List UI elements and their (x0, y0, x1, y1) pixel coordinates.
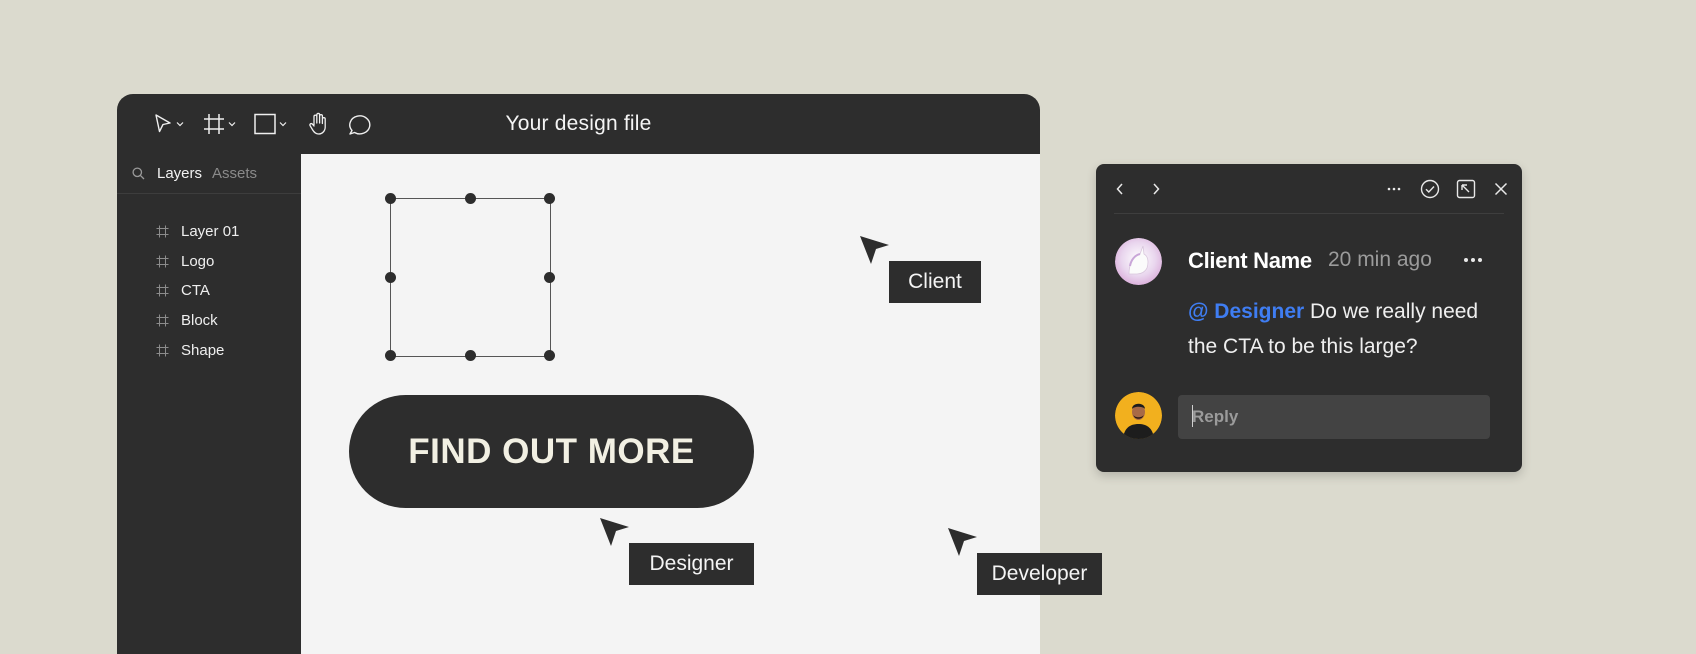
layer-label: Layer 01 (181, 223, 240, 241)
designer-cursor-icon (600, 518, 629, 546)
resize-handle[interactable] (464, 350, 476, 361)
developer-cursor-label: Developer (977, 553, 1102, 595)
layer-label: Block (181, 312, 218, 330)
resize-handle[interactable] (385, 350, 396, 361)
previous-comment-button[interactable] (1110, 179, 1130, 199)
frame-icon (156, 284, 169, 297)
close-icon (1494, 182, 1508, 196)
resolve-comment-button[interactable] (1420, 179, 1440, 199)
resize-handle[interactable] (385, 193, 396, 204)
chevron-left-icon (1116, 183, 1123, 195)
layer-label: CTA (181, 282, 210, 300)
ellipsis-icon (1387, 187, 1401, 191)
client-avatar (1115, 238, 1162, 285)
designer-cursor-label: Designer (629, 543, 754, 585)
mention-designer[interactable]: @ Designer (1188, 300, 1304, 323)
check-circle-icon (1420, 179, 1440, 199)
layer-item-block[interactable]: Block (117, 306, 301, 336)
layer-list: Layer 01 Logo CTA Block Shape (117, 217, 301, 365)
frame-icon (156, 314, 169, 327)
comment-author: Client Name (1188, 248, 1312, 273)
user-avatar (1115, 392, 1162, 439)
layer-item-layer-01[interactable]: Layer 01 (117, 217, 301, 247)
tab-assets[interactable]: Assets (212, 165, 257, 182)
next-comment-button[interactable] (1146, 179, 1166, 199)
comment-more-button[interactable] (1462, 248, 1484, 268)
toolbar: Your design file (117, 94, 1040, 154)
file-title: Your design file (505, 112, 652, 135)
layer-item-shape[interactable]: Shape (117, 335, 301, 365)
open-external-button[interactable] (1456, 179, 1476, 199)
layer-item-cta[interactable]: CTA (117, 276, 301, 306)
comment-panel-header (1114, 164, 1504, 214)
client-cursor-icon (860, 236, 889, 264)
layer-label: Shape (181, 341, 225, 359)
comment-time: 20 min ago (1328, 248, 1432, 271)
sidebar-tabs: Layers Assets (117, 154, 301, 194)
layer-label: Logo (181, 252, 215, 270)
more-options-button[interactable] (1384, 179, 1404, 199)
developer-cursor-icon (948, 528, 977, 556)
comment-panel: Client Name 20 min ago @ Designer Do we … (1096, 164, 1522, 472)
resize-handle[interactable] (464, 193, 476, 204)
design-app-window: Your design file Layers Assets Layer 01 … (117, 94, 1040, 654)
resize-handle[interactable] (544, 193, 555, 204)
resize-handle[interactable] (385, 271, 396, 283)
frame-icon (156, 344, 169, 357)
frame-icon (156, 255, 169, 268)
search-icon[interactable] (132, 167, 145, 180)
frame-icon (156, 225, 169, 238)
unicorn-avatar-icon (1115, 238, 1162, 285)
selection-box[interactable] (385, 193, 555, 361)
person-avatar-icon (1115, 392, 1162, 439)
resize-handle[interactable] (544, 271, 555, 283)
ellipsis-icon (1464, 258, 1482, 262)
text-caret (1192, 405, 1193, 427)
tab-layers[interactable]: Layers (157, 165, 202, 182)
chevron-right-icon (1153, 183, 1160, 195)
layer-item-logo[interactable]: Logo (117, 247, 301, 277)
close-button[interactable] (1491, 179, 1511, 199)
cta-button[interactable]: FIND OUT MORE (349, 395, 754, 508)
layers-sidebar: Layers Assets Layer 01 Logo CTA Block Sh… (117, 154, 301, 654)
comment-message: @ Designer Do we really need the CTA to … (1188, 294, 1498, 364)
resize-handle[interactable] (544, 350, 555, 361)
client-cursor-label: Client (889, 261, 981, 303)
reply-input[interactable] (1178, 395, 1490, 439)
open-external-icon (1456, 179, 1476, 199)
